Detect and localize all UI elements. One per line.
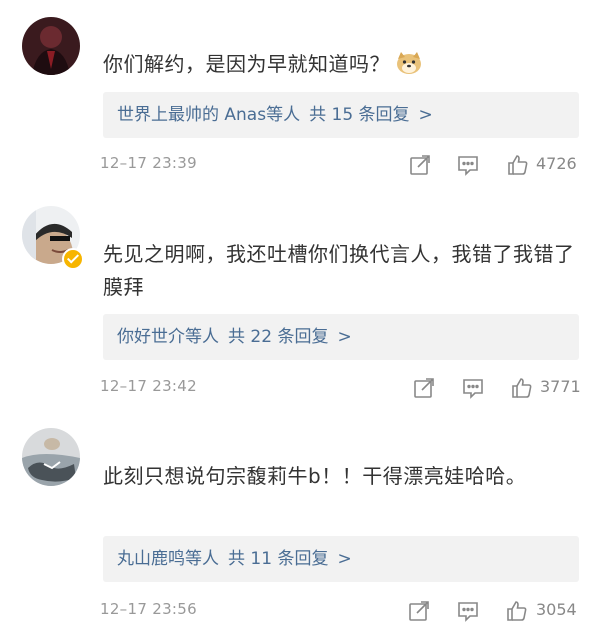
avatar[interactable] [22, 428, 80, 486]
reply-count: 共 22 条回复 [228, 327, 329, 347]
comment-text: 此刻只想说句宗馥莉牛b！！干得漂亮娃哈哈。 [103, 460, 573, 493]
comment-icon[interactable] [456, 153, 480, 177]
comment-text-content: 你们解约，是因为早就知道吗？ [103, 52, 390, 76]
comment-icon[interactable] [456, 599, 480, 623]
comment-text-content: 先见之明啊，我还吐槽你们换代言人，我错了我错了膜拜 [103, 242, 575, 299]
replies-link[interactable]: 你好世介等人共 22 条回复 > [103, 314, 579, 360]
timestamp: 12–17 23:42 [100, 377, 197, 395]
chevron-right-icon: > [418, 105, 433, 125]
verified-badge-icon [62, 248, 84, 270]
reply-users: 世界上最帅的 Anas [117, 105, 267, 125]
replies-link[interactable]: 丸山鹿鸣等人共 11 条回复 > [103, 536, 579, 582]
comment-text: 先见之明啊，我还吐槽你们换代言人，我错了我错了膜拜 [103, 238, 581, 304]
thumbs-up-icon[interactable] [506, 153, 530, 177]
reply-users: 丸山鹿鸣 [117, 549, 185, 569]
reply-count: 共 11 条回复 [228, 549, 329, 569]
like-count: 4726 [536, 154, 577, 173]
timestamp: 12–17 23:56 [100, 600, 197, 618]
reply-suffix: 等人 [266, 105, 301, 125]
share-icon[interactable] [412, 376, 436, 400]
reply-users: 你好世介 [117, 327, 185, 347]
chevron-right-icon: > [337, 327, 352, 347]
comment-icon[interactable] [461, 376, 485, 400]
comment-footer: 12–17 23:56 3054 [100, 596, 580, 626]
thumbs-up-icon[interactable] [510, 376, 534, 400]
replies-link[interactable]: 世界上最帅的 Anas等人共 15 条回复 > [103, 92, 579, 138]
like-count: 3054 [536, 600, 577, 619]
comment-text: 你们解约，是因为早就知道吗？ [103, 48, 583, 85]
avatar[interactable] [22, 17, 80, 75]
reply-suffix: 等人 [185, 327, 219, 347]
timestamp: 12–17 23:39 [100, 154, 197, 172]
share-icon[interactable] [407, 599, 431, 623]
comment-footer: 12–17 23:42 3771 [100, 373, 581, 403]
comment-text-content: 此刻只想说句宗馥莉牛b！！干得漂亮娃哈哈。 [103, 464, 527, 488]
like-count: 3771 [540, 377, 581, 396]
comment-footer: 12–17 23:39 4726 [100, 150, 580, 180]
share-icon[interactable] [408, 153, 432, 177]
reply-count: 共 15 条回复 [309, 105, 410, 125]
thumbs-up-icon[interactable] [505, 599, 529, 623]
chevron-right-icon: > [337, 549, 352, 569]
reply-suffix: 等人 [185, 549, 219, 569]
doge-emoji-icon [394, 51, 424, 85]
